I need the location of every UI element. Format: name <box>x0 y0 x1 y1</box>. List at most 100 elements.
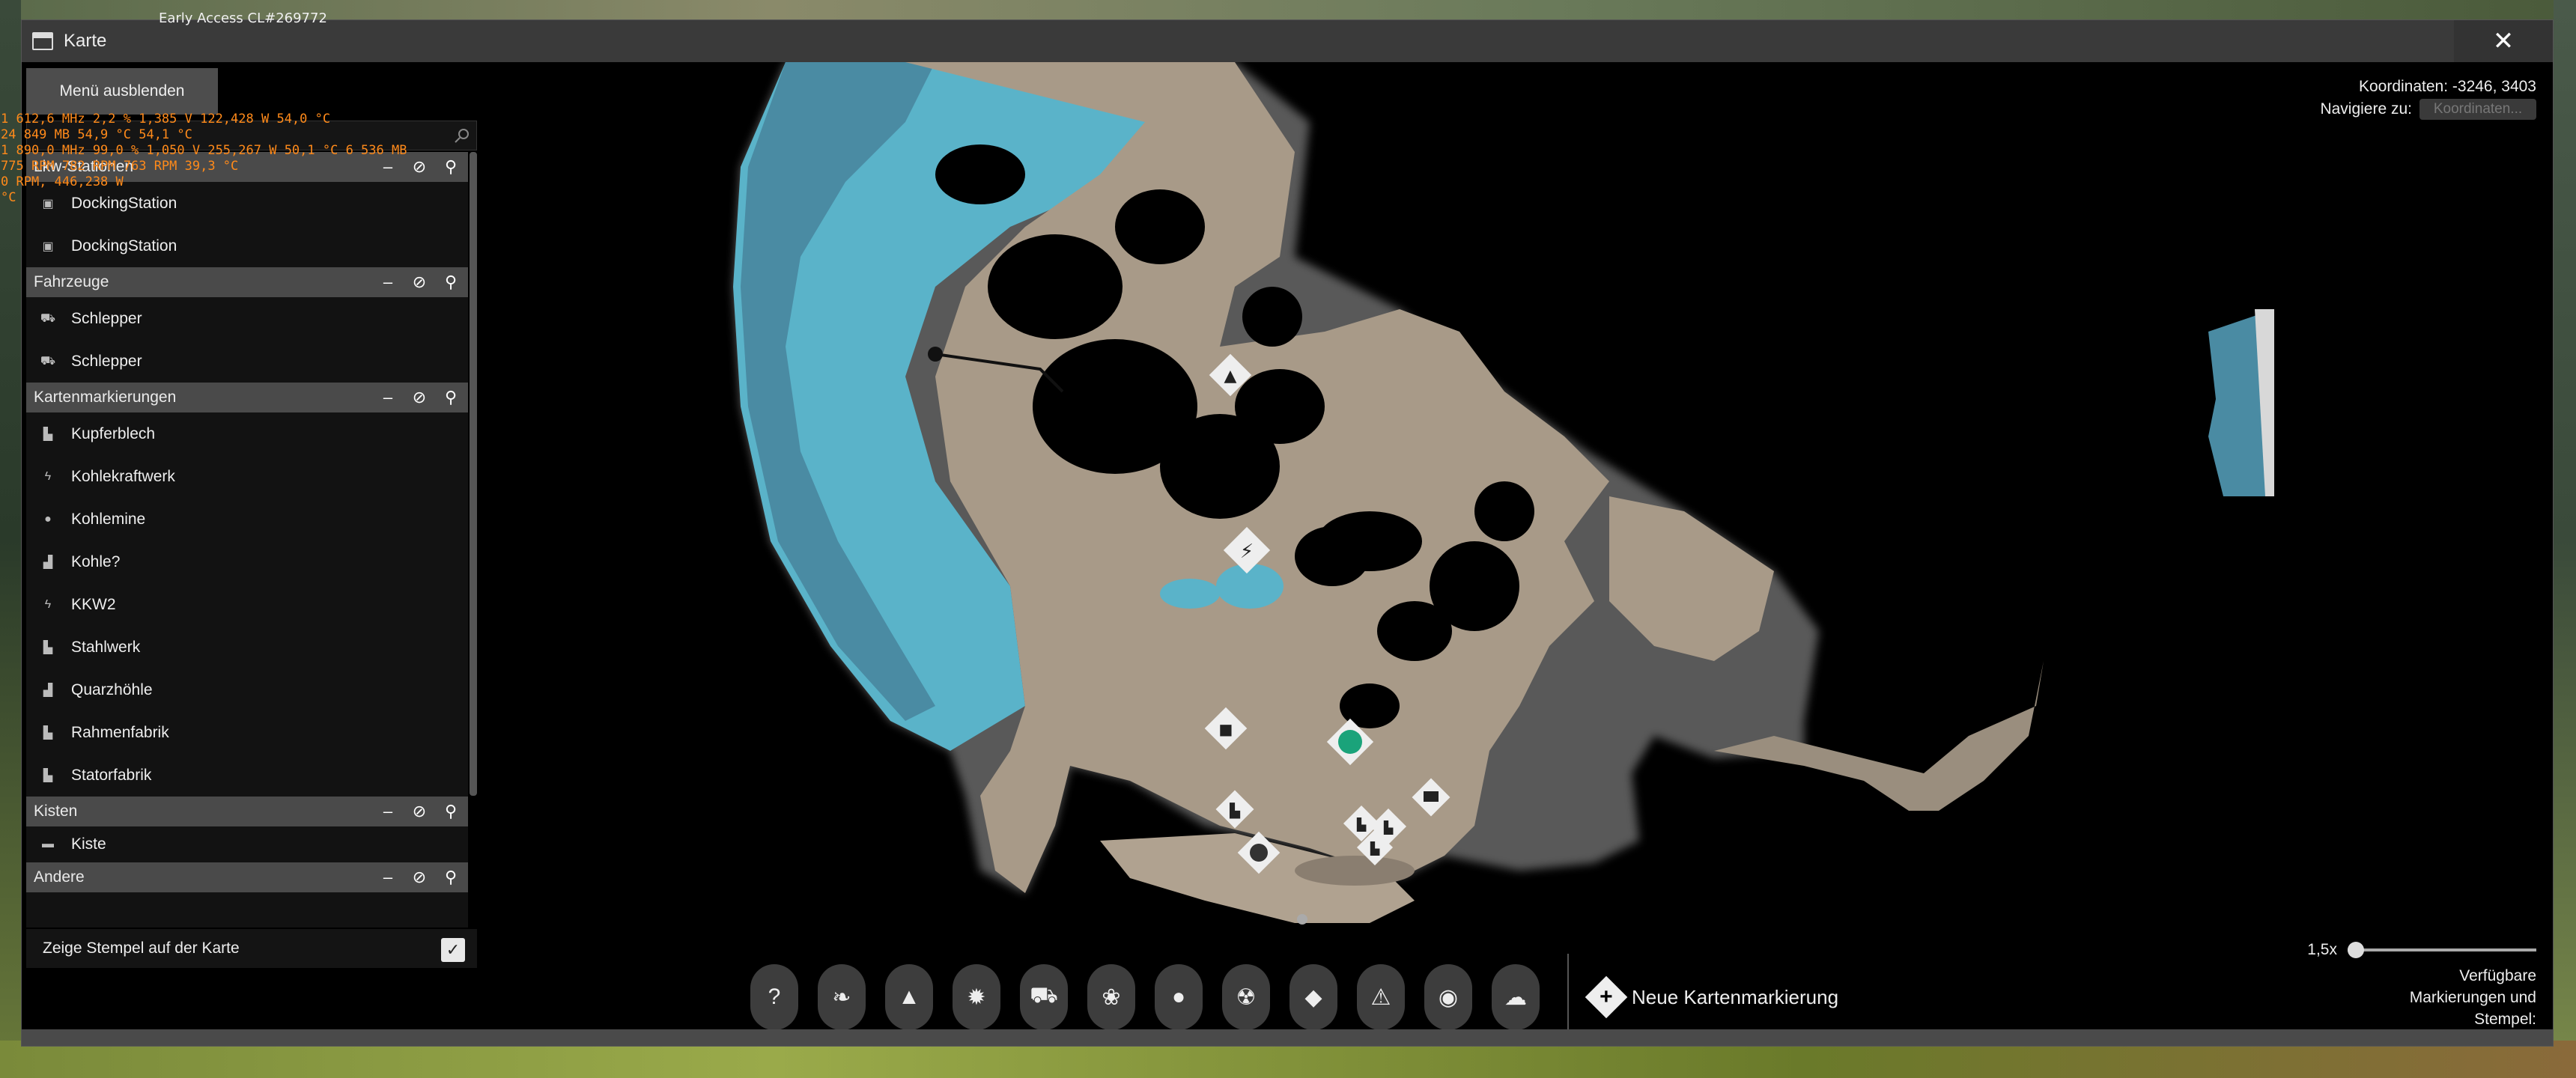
new-map-marker-label: Neue Kartenmarkierung <box>1632 985 1839 1008</box>
stamp-button[interactable]: ☁ <box>1482 963 1549 1031</box>
collapse-icon[interactable]: – <box>378 388 398 407</box>
zoom-slider-thumb[interactable] <box>2348 942 2364 958</box>
factory-icon: ▙ <box>43 726 53 740</box>
sidebar-item[interactable]: ▬ Kiste <box>26 826 468 862</box>
category-controls: – ⊘ ⚲ <box>378 862 461 892</box>
window-icon <box>32 32 53 50</box>
stamp-button[interactable]: ◉ <box>1415 963 1482 1031</box>
available-line1: Verfügbare <box>2459 967 2536 984</box>
stats-line: 24 849 MB 54,9 °C 54,1 °C <box>1 127 192 142</box>
stamp-toolbar: ? ❧ ▲ ✹ ⛟ ❀ ● ☢ ◆ ⚠ ◉ ☁ + Neue Kartenmarkierung <box>741 954 1839 1041</box>
sidebar-item[interactable]: ● Kohlemine <box>26 498 468 540</box>
svg-text:▙: ▙ <box>1383 820 1394 835</box>
hide-toggle-icon[interactable]: ⊘ <box>410 802 429 821</box>
radiation-icon: ☢ <box>1236 984 1257 1010</box>
stamp-button[interactable]: ❀ <box>1078 963 1145 1031</box>
sidebar-item[interactable]: ▙ Statorfabrik <box>26 754 468 797</box>
hide-toggle-icon[interactable]: ⊘ <box>410 272 429 292</box>
locate-pin-icon[interactable]: ⚲ <box>441 157 461 177</box>
stats-line: 1 890,0 MHz 99,0 % 1,050 V 255,267 W 50,… <box>1 143 407 158</box>
map-canvas[interactable]: ▲ ⚡ ■ ▙ ▙ ▙ ▙ <box>486 62 2554 1031</box>
category-header[interactable]: Andere – ⊘ ⚲ <box>26 862 468 892</box>
stamp-button[interactable]: ● <box>1145 963 1212 1031</box>
stats-line: 775 RPM 782 RPM 763 RPM 39,3 °C <box>1 159 239 174</box>
stamp-button[interactable]: ❧ <box>808 963 875 1031</box>
sidebar-item[interactable]: ▙ Kupferblech <box>26 412 468 455</box>
tent-icon: ▲ <box>898 984 920 1009</box>
sidebar-item[interactable]: ⛟ Schlepper <box>26 297 468 340</box>
lightning-icon: ϟ <box>44 597 52 611</box>
sidebar-item-label: Rahmenfabrik <box>71 723 169 741</box>
locate-pin-icon[interactable]: ⚲ <box>441 272 461 292</box>
docking-icon: ▣ <box>42 240 54 253</box>
locate-pin-icon[interactable]: ⚲ <box>441 868 461 887</box>
crate-icon: ▬ <box>42 838 54 850</box>
stamp-button[interactable]: ⛟ <box>1010 963 1078 1031</box>
stamp-button[interactable]: ◆ <box>1280 963 1347 1031</box>
hide-toggle-icon[interactable]: ⊘ <box>410 157 429 177</box>
drop-icon: ● <box>1171 984 1186 1009</box>
lightning-icon: ϟ <box>44 469 52 483</box>
navigate-label: Navigiere zu: <box>2320 100 2412 118</box>
stamp-toggle-row[interactable]: Zeige Stempel auf der Karte ✓ <box>26 929 477 968</box>
sidebar-item[interactable]: ⛟ Schlepper <box>26 340 468 383</box>
window-titlebar: Karte ✕ <box>22 20 2553 62</box>
sidebar-item[interactable]: ▣ DockingStation <box>26 225 468 267</box>
category-title: Kisten <box>34 803 78 820</box>
sidebar-item[interactable]: ▙ Rahmenfabrik <box>26 711 468 754</box>
build-version-label: Early Access CL#269772 <box>159 10 327 26</box>
category-header[interactable]: Fahrzeuge – ⊘ ⚲ <box>26 267 468 297</box>
marker-sidebar: Lkw-Stationen – ⊘ ⚲ ▣ DockingStation ▣ DockingS… <box>26 152 468 928</box>
tower-icon: ▟ <box>43 683 53 697</box>
coordinates-readout: Koordinaten: -3246, 3403 <box>2358 78 2536 95</box>
locate-pin-icon[interactable]: ⚲ <box>441 802 461 821</box>
stamp-toggle-label: Zeige Stempel auf der Karte <box>43 940 240 957</box>
hand-icon: ☁ <box>1504 984 1527 1010</box>
window-statusbar <box>22 1029 2553 1046</box>
category-header[interactable]: Kisten – ⊘ ⚲ <box>26 797 468 826</box>
hide-toggle-icon[interactable]: ⊘ <box>410 388 429 407</box>
sidebar-item[interactable]: ▙ Stahlwerk <box>26 626 468 669</box>
available-line2: Markierungen und <box>2409 989 2536 1006</box>
sidebar-item-label: Statorfabrik <box>71 766 152 784</box>
vehicle-icon: ⛟ <box>40 354 56 368</box>
sidebar-item-label: Kohlekraftwerk <box>71 467 175 485</box>
collapse-icon[interactable]: – <box>378 868 398 887</box>
sidebar-scrollbar[interactable] <box>470 152 477 796</box>
navigate-coordinates-input[interactable]: Koordinaten... <box>2419 99 2536 120</box>
paw-icon: ❀ <box>1102 984 1121 1010</box>
close-button[interactable]: ✕ <box>2454 20 2553 62</box>
search-icon <box>455 129 469 143</box>
stamp-button[interactable]: ☢ <box>1212 963 1280 1031</box>
svg-text:⚡: ⚡ <box>1240 540 1254 563</box>
sidebar-item[interactable]: ϟ Kohlekraftwerk <box>26 455 468 498</box>
locate-pin-icon[interactable]: ⚲ <box>441 388 461 407</box>
tower-icon: ▟ <box>43 555 53 569</box>
hide-menu-button[interactable]: Menü ausblenden <box>26 68 218 115</box>
category-title: Andere <box>34 868 85 886</box>
factory-icon: ▙ <box>43 769 53 782</box>
stamp-button[interactable]: ? <box>741 963 808 1031</box>
collapse-icon[interactable]: – <box>378 802 398 821</box>
sidebar-item-label: KKW2 <box>71 595 116 613</box>
sidebar-item[interactable]: ϟ KKW2 <box>26 583 468 626</box>
zoom-control: 1,5x <box>2307 941 2536 959</box>
sidebar-item-label: Quarzhöhle <box>71 680 153 698</box>
stats-line: 1 612,6 MHz 2,2 % 1,385 V 122,428 W 54,0… <box>1 112 331 127</box>
stamp-button[interactable]: ✹ <box>943 963 1010 1031</box>
background-scenery-right <box>2554 0 2576 1078</box>
stamp-toggle-checkbox[interactable]: ✓ <box>441 938 465 962</box>
stamp-button[interactable]: ⚠ <box>1347 963 1415 1031</box>
svg-text:▙: ▙ <box>1356 817 1367 832</box>
category-header[interactable]: Kartenmarkierungen – ⊘ ⚲ <box>26 383 468 412</box>
sidebar-item-label: Schlepper <box>71 309 142 327</box>
sidebar-item[interactable]: ▟ Quarzhöhle <box>26 669 468 711</box>
category-title: Fahrzeuge <box>34 273 109 290</box>
zoom-slider[interactable] <box>2348 942 2536 958</box>
sidebar-item[interactable]: ▟ Kohle? <box>26 540 468 583</box>
stamp-button[interactable]: ▲ <box>875 963 943 1031</box>
collapse-icon[interactable]: – <box>378 272 398 292</box>
hide-toggle-icon[interactable]: ⊘ <box>410 868 429 887</box>
factory-icon: ▙ <box>43 641 53 654</box>
new-map-marker-button[interactable]: + Neue Kartenmarkierung <box>1585 975 1839 1019</box>
